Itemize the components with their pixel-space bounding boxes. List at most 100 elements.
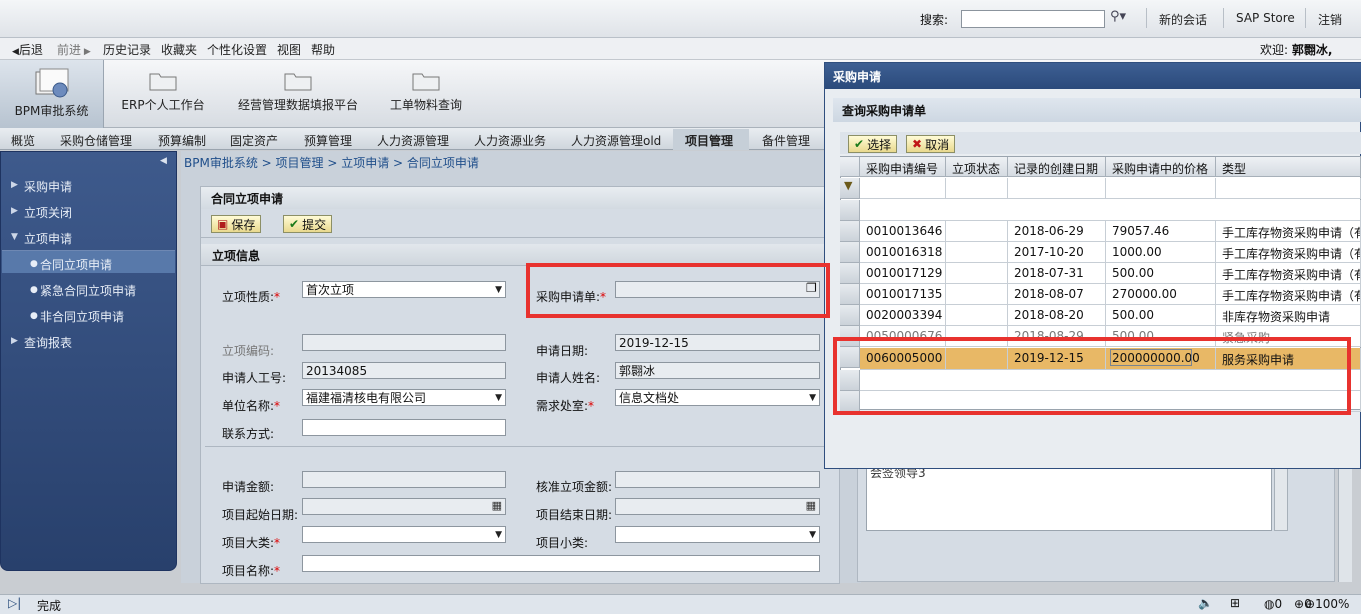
table-cell[interactable]: 500.00 xyxy=(1106,305,1216,326)
tab-budget-prep[interactable]: 预算编制 xyxy=(158,132,206,149)
emp-no-input[interactable]: 20134085 xyxy=(302,362,506,379)
new-session-link[interactable]: 新的会话 xyxy=(1159,11,1207,28)
app-data-platform[interactable]: 经营管理数据填报平台 xyxy=(226,60,370,128)
row-selector[interactable] xyxy=(840,242,860,263)
filter-cell[interactable] xyxy=(860,178,946,199)
table-cell[interactable]: 2018-08-20 xyxy=(1008,305,1106,326)
table-cell[interactable]: 0010013646 xyxy=(860,221,946,242)
favorites-menu[interactable]: 收藏夹 xyxy=(161,41,197,58)
column-header[interactable]: 类型 xyxy=(1216,157,1361,177)
contact-input[interactable] xyxy=(302,419,506,436)
speaker-icon[interactable]: 🔈 xyxy=(1198,596,1213,610)
table-cell[interactable]: 非库存物资采购申请 xyxy=(1216,305,1361,326)
network-icon[interactable]: ⊞ xyxy=(1230,596,1240,610)
scrollbar[interactable] xyxy=(1274,465,1288,531)
tab-budget-mgmt[interactable]: 预算管理 xyxy=(304,132,352,149)
history-menu[interactable]: 历史记录 xyxy=(103,41,151,58)
amount-input[interactable] xyxy=(302,471,506,488)
back-button[interactable]: ◀后退 xyxy=(12,41,43,58)
unit-select[interactable]: 福建福清核电有限公司 xyxy=(302,389,506,406)
breadcrumb-item[interactable]: 立项申请 xyxy=(341,156,389,170)
logout-link[interactable]: 注销 xyxy=(1318,11,1342,28)
table-cell[interactable]: 0020003394 xyxy=(860,305,946,326)
dept-select[interactable]: 信息文档处 xyxy=(615,389,820,406)
end-date-input[interactable] xyxy=(615,498,820,515)
start-date-input[interactable] xyxy=(302,498,506,515)
row-selector[interactable] xyxy=(840,221,860,242)
table-cell[interactable]: 270000.00 xyxy=(1106,284,1216,305)
table-cell[interactable] xyxy=(946,263,1008,284)
tab-hr-old[interactable]: 人力资源管理old xyxy=(571,132,661,149)
table-cell[interactable]: 0010017135 xyxy=(860,284,946,305)
filter-cell[interactable] xyxy=(1106,178,1216,199)
view-menu[interactable]: 视图 xyxy=(277,41,301,58)
tab-hr-mgmt[interactable]: 人力资源管理 xyxy=(377,132,449,149)
tab-procurement[interactable]: 采购仓储管理 xyxy=(60,132,132,149)
table-cell[interactable]: 手工库存物资采购申请（有 xyxy=(1216,263,1361,284)
table-cell[interactable]: 79057.46 xyxy=(1106,221,1216,242)
breadcrumb-item[interactable]: BPM审批系统 xyxy=(184,156,258,170)
row-selector[interactable] xyxy=(840,200,860,221)
sidebar-item-project-close[interactable]: 立项关闭 xyxy=(24,204,72,221)
sidebar-item-reports[interactable]: 查询报表 xyxy=(24,334,72,351)
table-cell[interactable]: 2018-07-31 xyxy=(1008,263,1106,284)
tab-fixed-assets[interactable]: 固定资产 xyxy=(230,132,278,149)
table-cell[interactable]: 手工库存物资采购申请（有 xyxy=(1216,221,1361,242)
table-cell[interactable]: 手工库存物资采购申请（有 xyxy=(1216,284,1361,305)
sidebar-item-non-contract[interactable]: 非合同立项申请 xyxy=(40,308,124,325)
code-input[interactable] xyxy=(302,334,506,351)
row-selector[interactable] xyxy=(840,284,860,305)
column-header[interactable]: 采购申请中的价格 xyxy=(1106,157,1216,177)
sap-store-link[interactable]: SAP Store xyxy=(1236,11,1295,25)
filter-cell[interactable] xyxy=(946,178,1008,199)
save-button[interactable]: ▣ 保存 xyxy=(211,215,262,233)
table-cell[interactable]: 2018-06-29 xyxy=(1008,221,1106,242)
app-material-query[interactable]: 工单物料查询 xyxy=(376,60,476,128)
column-header[interactable]: 采购申请编号 xyxy=(860,157,946,177)
table-cell[interactable]: 手工库存物资采购申请（有 xyxy=(1216,242,1361,263)
personalize-menu[interactable]: 个性化设置 xyxy=(207,41,267,58)
filter-icon[interactable]: ▼ xyxy=(840,178,860,199)
column-header[interactable]: 记录的创建日期 xyxy=(1008,157,1106,177)
project-name-input[interactable] xyxy=(302,555,820,572)
breadcrumb-item[interactable]: 合同立项申请 xyxy=(407,156,479,170)
row-selector[interactable] xyxy=(840,305,860,326)
table-cell[interactable]: 2018-08-07 xyxy=(1008,284,1106,305)
table-cell[interactable] xyxy=(946,242,1008,263)
zoom-level[interactable]: ⊕100% xyxy=(1305,597,1349,611)
help-menu[interactable]: 帮助 xyxy=(311,41,335,58)
tab-project-mgmt[interactable]: 项目管理 xyxy=(685,132,733,149)
date-input[interactable]: 2019-12-15 xyxy=(615,334,820,351)
search-input[interactable] xyxy=(961,10,1105,28)
table-cell[interactable]: 1000.00 xyxy=(1106,242,1216,263)
table-cell[interactable] xyxy=(946,284,1008,305)
table-cell[interactable]: 0010017129 xyxy=(860,263,946,284)
table-cell[interactable]: 500.00 xyxy=(1106,263,1216,284)
table-cell[interactable]: 0010016318 xyxy=(860,242,946,263)
approved-amount-input[interactable] xyxy=(615,471,820,488)
filter-cell[interactable] xyxy=(1216,178,1361,199)
select-button[interactable]: ✔ 选择 xyxy=(848,135,898,153)
emp-name-input[interactable]: 郭翾冰 xyxy=(615,362,820,379)
sidebar-item-contract-apply[interactable]: 合同立项申请 xyxy=(40,256,112,273)
app-erp[interactable]: ERP个人工作台 xyxy=(107,60,219,128)
sidebar-item-purchase-request[interactable]: 采购申请 xyxy=(24,178,72,195)
nature-select[interactable]: 首次立项 xyxy=(302,281,506,298)
tab-overview[interactable]: 概览 xyxy=(11,132,35,149)
breadcrumb-item[interactable]: 项目管理 xyxy=(276,156,324,170)
table-cell[interactable] xyxy=(946,221,1008,242)
column-header[interactable]: 立项状态 xyxy=(946,157,1008,177)
sidebar-item-urgent-contract[interactable]: 紧急合同立项申请 xyxy=(40,282,136,299)
search-icon[interactable]: ⚲▾ xyxy=(1110,9,1126,24)
sidebar-item-project-apply[interactable]: 立项申请 xyxy=(24,230,72,247)
tab-spare-parts[interactable]: 备件管理 xyxy=(762,132,810,149)
forward-button[interactable]: 前进 ▶ xyxy=(57,41,91,58)
major-category-select[interactable] xyxy=(302,526,506,543)
table-cell[interactable] xyxy=(946,305,1008,326)
table-cell[interactable]: 2017-10-20 xyxy=(1008,242,1106,263)
filter-cell[interactable] xyxy=(1008,178,1106,199)
app-bpm[interactable]: BPM审批系统 xyxy=(0,60,104,128)
row-selector[interactable] xyxy=(840,263,860,284)
table-row[interactable] xyxy=(860,200,1361,221)
cancel-button[interactable]: ✖ 取消 xyxy=(906,135,956,153)
